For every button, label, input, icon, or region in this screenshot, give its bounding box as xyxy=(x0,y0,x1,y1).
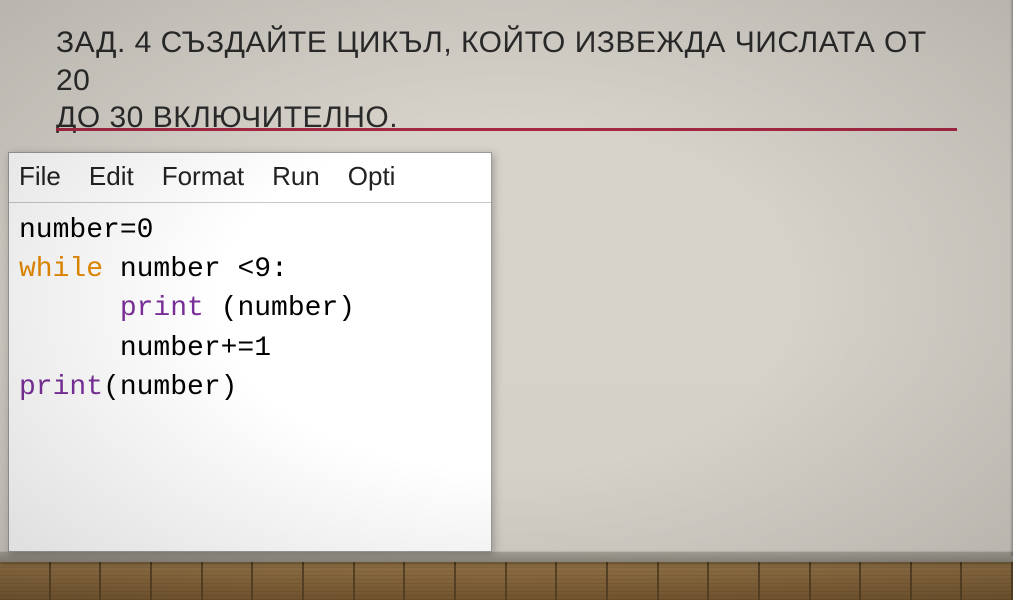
func-print-2: print xyxy=(19,372,103,403)
code-line-5-rest: (number) xyxy=(103,372,237,403)
title-divider xyxy=(56,128,957,131)
menubar: File Edit Format Run Opti xyxy=(9,153,491,203)
baseboard xyxy=(0,552,1013,562)
code-line-3-rest: (number) xyxy=(204,293,355,324)
code-line-4: number+=1 xyxy=(19,333,271,364)
title-line-1: ЗАД. 4 СЪЗДАЙТЕ ЦИКЪЛ, КОЙТО ИЗВЕЖДА ЧИС… xyxy=(56,24,957,99)
menu-options-truncated[interactable]: Opti xyxy=(348,161,396,192)
menu-file[interactable]: File xyxy=(19,161,61,192)
code-editor-window: File Edit Format Run Opti number=0 while… xyxy=(8,152,492,552)
menu-format[interactable]: Format xyxy=(162,161,244,192)
floor xyxy=(0,556,1013,600)
menu-edit[interactable]: Edit xyxy=(89,161,134,192)
keyword-while: while xyxy=(19,254,103,285)
slide-title: ЗАД. 4 СЪЗДАЙТЕ ЦИКЪЛ, КОЙТО ИЗВЕЖДА ЧИС… xyxy=(56,24,957,137)
menu-run[interactable]: Run xyxy=(272,161,320,192)
func-print-1: print xyxy=(120,293,204,324)
code-line-1: number=0 xyxy=(19,215,153,246)
code-line-2-rest: number <9: xyxy=(103,254,288,285)
code-area[interactable]: number=0 while number <9: print (number)… xyxy=(9,203,491,415)
code-line-3-indent xyxy=(19,293,120,324)
